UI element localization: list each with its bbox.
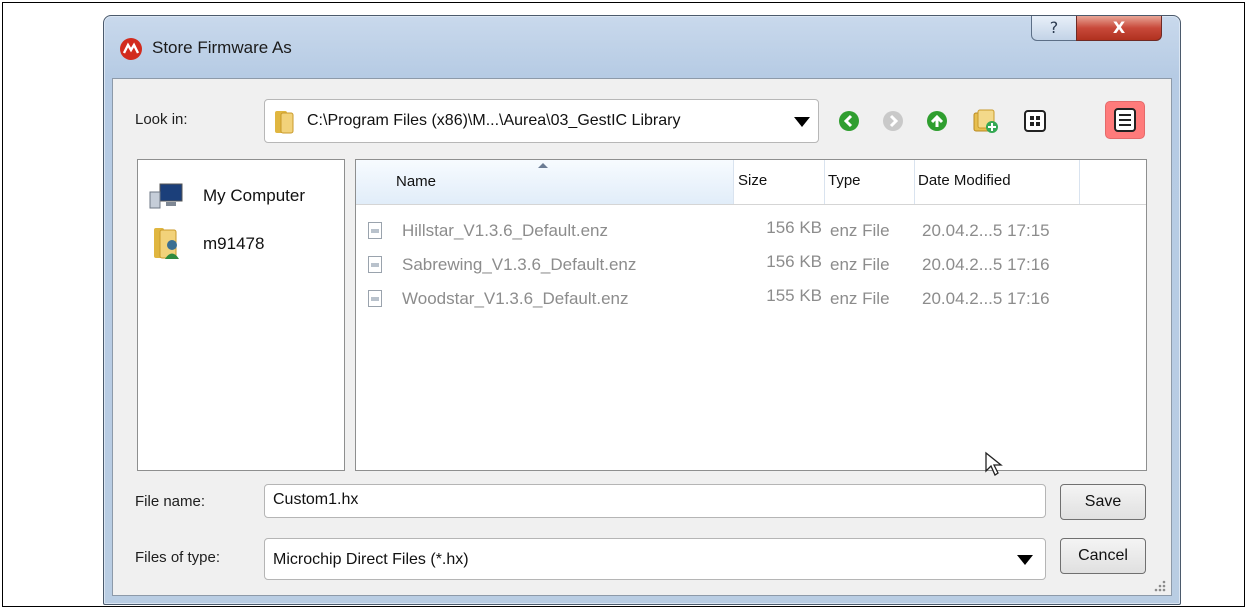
save-button[interactable]: Save [1060, 484, 1146, 520]
file-name-cell: Hillstar_V1.3.6_Default.enz [402, 221, 609, 240]
file-type-label: Files of type: [135, 549, 221, 566]
list-view-icon[interactable] [1023, 109, 1047, 133]
sort-ascending-icon [538, 163, 548, 168]
file-name-input[interactable]: Custom1.hx [264, 484, 1046, 518]
file-name-cell: Sabrewing_V1.3.6_Default.enz [402, 255, 637, 274]
column-label: Size [738, 172, 768, 189]
folder-icon [275, 111, 294, 134]
chevron-down-icon[interactable] [794, 117, 810, 127]
enz-file-icon [368, 222, 382, 239]
look-in-label: Look in: [135, 111, 188, 128]
close-button[interactable]: X [1076, 16, 1162, 41]
microchip-logo-icon [120, 38, 142, 60]
computer-icon [149, 183, 183, 209]
resize-grip-icon[interactable] [1153, 579, 1167, 593]
mouse-pointer-icon [985, 451, 1003, 476]
store-firmware-dialog: Store Firmware As ? X Look in: C:\Progra… [103, 15, 1181, 605]
enz-file-icon [368, 290, 382, 307]
column-header-size[interactable]: Size [734, 160, 825, 204]
file-date-cell: 20.04.2...5 17:15 [922, 221, 1050, 240]
column-header-type[interactable]: Type [824, 160, 915, 204]
sidebar-item-my-computer[interactable]: My Computer [148, 180, 338, 209]
user-folder-icon [154, 228, 179, 259]
file-date-cell: 20.04.2...5 17:16 [922, 289, 1050, 308]
new-folder-icon[interactable] [971, 107, 999, 135]
file-size-cell: 155 KB [766, 286, 822, 305]
window-title: Store Firmware As [152, 38, 292, 57]
file-date-cell: 20.04.2...5 17:16 [922, 255, 1050, 274]
file-type-cell: enz File [830, 255, 890, 274]
dialog-body: Look in: C:\Program Files (x86)\M...\Aur… [112, 78, 1172, 596]
sidebar-item-m91478[interactable]: m91478 [148, 228, 338, 259]
column-label: Type [828, 172, 861, 189]
file-list[interactable]: Name Size Type Date Modified Hillstar_V1… [355, 159, 1147, 476]
sidebar-item-label: My Computer [203, 186, 306, 205]
file-type-cell: enz File [830, 221, 890, 240]
column-header-name[interactable]: Name [356, 160, 734, 204]
up-folder-icon[interactable] [925, 109, 949, 133]
file-type-value: Microchip Direct Files (*.hx) [273, 551, 469, 568]
detail-view-icon[interactable] [1105, 101, 1145, 139]
cancel-button[interactable]: Cancel [1060, 538, 1146, 574]
table-row[interactable]: Hillstar_V1.3.6_Default.enz 156 KB enz F… [356, 214, 1146, 248]
chevron-down-icon[interactable] [1017, 555, 1033, 565]
list-header: Name Size Type Date Modified [356, 160, 1146, 205]
file-size-cell: 156 KB [766, 252, 822, 271]
enz-file-icon [368, 256, 382, 273]
help-button[interactable]: ? [1031, 16, 1077, 41]
column-label: Name [396, 173, 437, 190]
back-icon[interactable] [837, 109, 861, 133]
table-row[interactable]: Woodstar_V1.3.6_Default.enz 155 KB enz F… [356, 282, 1146, 316]
look-in-combo[interactable]: C:\Program Files (x86)\M...\Aurea\03_Ges… [264, 99, 819, 143]
column-header-date-modified[interactable]: Date Modified [914, 160, 1080, 204]
title-bar[interactable]: Store Firmware As ? X [104, 16, 1180, 80]
look-in-path: C:\Program Files (x86)\M...\Aurea\03_Ges… [307, 112, 681, 129]
places-sidebar: My Computer m91478 [137, 159, 345, 471]
file-type-cell: enz File [830, 289, 890, 308]
file-size-cell: 156 KB [766, 218, 822, 237]
table-row[interactable]: Sabrewing_V1.3.6_Default.enz 156 KB enz … [356, 248, 1146, 282]
column-label: Date Modified [918, 172, 1011, 189]
file-type-select[interactable]: Microchip Direct Files (*.hx) [264, 538, 1046, 580]
forward-icon[interactable] [881, 109, 905, 133]
file-name-cell: Woodstar_V1.3.6_Default.enz [402, 289, 629, 308]
sidebar-item-label: m91478 [203, 234, 265, 253]
file-name-label: File name: [135, 493, 206, 510]
